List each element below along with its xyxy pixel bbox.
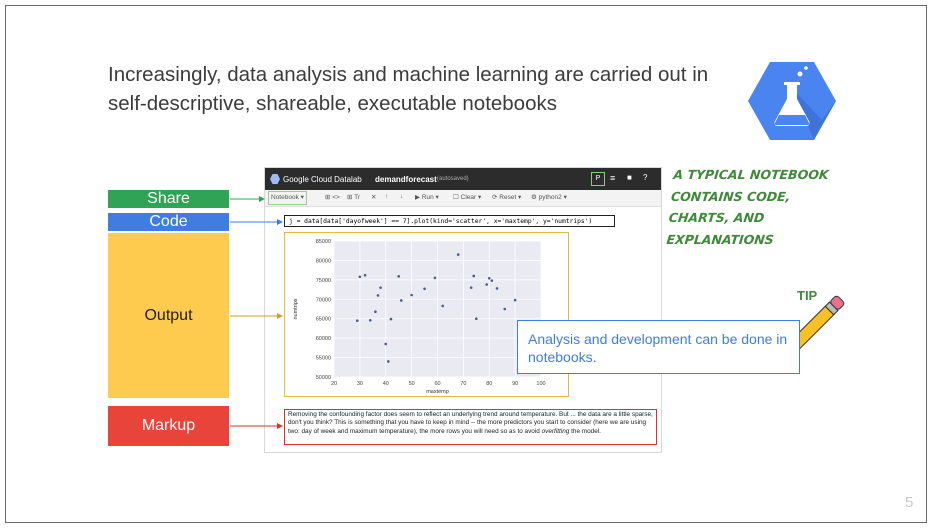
tip-label: TIP (797, 288, 818, 303)
typical-notebook-note: A typical notebook contains code, charts… (665, 167, 830, 247)
tip-box: Analysis and development can be done in … (517, 320, 800, 374)
connector-arrows (230, 196, 845, 429)
page-number: 5 (905, 494, 914, 511)
